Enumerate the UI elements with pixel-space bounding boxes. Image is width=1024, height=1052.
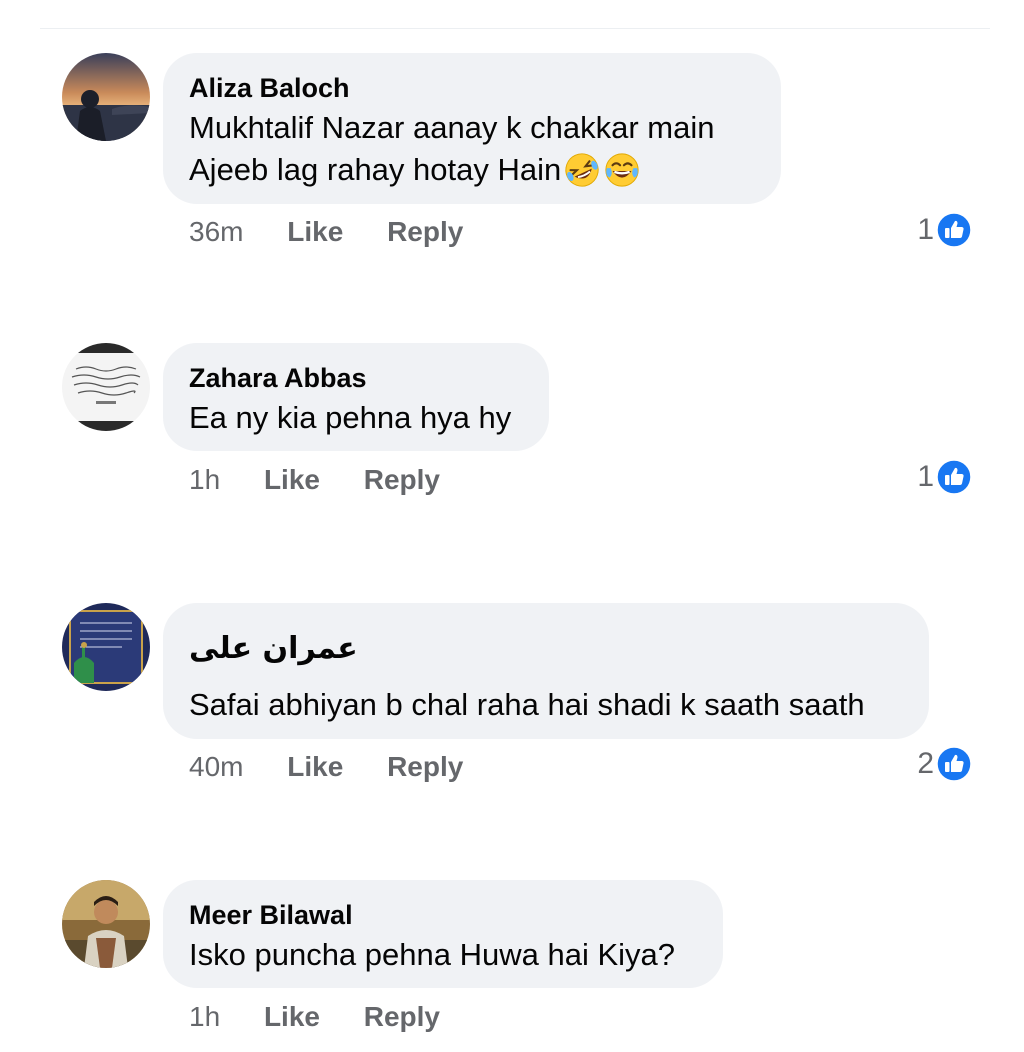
comment-timestamp[interactable]: 1h xyxy=(189,464,220,496)
face-with-tears-of-joy-emoji xyxy=(605,153,639,187)
comment-text-line-with-emoji: Ajeeb lag rahay hotay Hain xyxy=(189,149,641,191)
like-reaction-icon xyxy=(936,746,972,782)
comment-text-line: Mukhtalif Nazar aanay k chakkar main xyxy=(189,110,715,145)
comment-author[interactable]: Zahara Abbas xyxy=(189,363,367,394)
comment-text-line: Ea ny kia pehna hya hy xyxy=(189,400,512,435)
reply-button[interactable]: Reply xyxy=(364,1001,440,1033)
comment-author[interactable]: عمران علی xyxy=(189,631,358,666)
comment-actions: 36m Like Reply xyxy=(189,216,463,248)
like-button[interactable]: Like xyxy=(264,1001,320,1033)
comment-author[interactable]: Aliza Baloch xyxy=(189,73,350,104)
comment-actions: 1h Like Reply xyxy=(189,1001,440,1033)
avatar[interactable] xyxy=(62,343,150,431)
comment-text-line: Safai abhiyan b chal raha hai shadi k sa… xyxy=(189,687,865,722)
reaction-summary[interactable]: 2 xyxy=(917,746,972,782)
avatar[interactable] xyxy=(62,880,150,968)
divider xyxy=(40,28,990,29)
comment-timestamp[interactable]: 40m xyxy=(189,751,243,783)
reaction-count: 1 xyxy=(917,460,934,493)
like-button[interactable]: Like xyxy=(264,464,320,496)
like-button[interactable]: Like xyxy=(287,751,343,783)
rolling-on-floor-laughing-emoji xyxy=(565,153,599,187)
reaction-count: 1 xyxy=(917,213,934,246)
comment-bubble: Meer Bilawal Isko puncha pehna Huwa hai … xyxy=(163,880,723,988)
comment-timestamp[interactable]: 1h xyxy=(189,1001,220,1033)
comment-text-line: Ajeeb lag rahay hotay Hain xyxy=(189,152,562,187)
reply-button[interactable]: Reply xyxy=(364,464,440,496)
reply-button[interactable]: Reply xyxy=(387,751,463,783)
reaction-count: 2 xyxy=(917,747,934,780)
reaction-summary[interactable]: 1 xyxy=(917,459,972,495)
avatar[interactable] xyxy=(62,53,150,141)
comment-bubble: Aliza Baloch Mukhtalif Nazar aanay k cha… xyxy=(163,53,781,204)
reaction-summary[interactable]: 1 xyxy=(917,212,972,248)
like-reaction-icon xyxy=(936,212,972,248)
reply-button[interactable]: Reply xyxy=(387,216,463,248)
comment-author[interactable]: Meer Bilawal xyxy=(189,900,353,931)
comment-bubble: عمران علی Safai abhiyan b chal raha hai … xyxy=(163,603,929,739)
comment-timestamp[interactable]: 36m xyxy=(189,216,243,248)
comment-text-line: Isko puncha pehna Huwa hai Kiya? xyxy=(189,937,675,972)
comment-actions: 1h Like Reply xyxy=(189,464,440,496)
like-button[interactable]: Like xyxy=(287,216,343,248)
comment-actions: 40m Like Reply xyxy=(189,751,463,783)
like-reaction-icon xyxy=(936,459,972,495)
comment-bubble: Zahara Abbas Ea ny kia pehna hya hy xyxy=(163,343,549,451)
avatar[interactable] xyxy=(62,603,150,691)
